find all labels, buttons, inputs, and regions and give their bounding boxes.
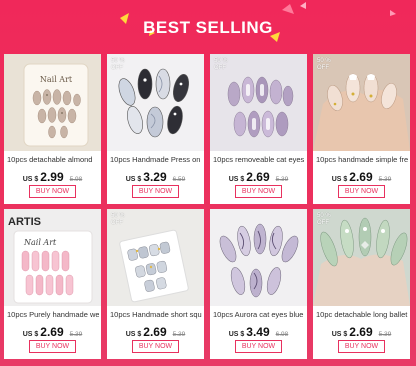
original-price: 5.39: [172, 331, 186, 338]
sale-price: 2.69: [40, 325, 64, 339]
currency: US $: [228, 331, 245, 338]
currency: US $: [125, 331, 142, 338]
price-row: US $2.69 5.39: [210, 168, 307, 184]
buy-now-button[interactable]: BUY NOW: [338, 185, 385, 198]
image-background-text: ARTIS: [8, 216, 41, 228]
buy-now-button[interactable]: BUY NOW: [235, 185, 282, 198]
product-image[interactable]: ARTIS Nail Art: [4, 209, 101, 306]
price-row: US $2.69 5.39: [4, 323, 101, 339]
product-name[interactable]: 10pcs handmade simple french: [316, 155, 408, 164]
product-image[interactable]: 50 % OFF: [210, 54, 307, 151]
currency: US $: [22, 176, 39, 183]
price-row: US $3.49 6.98: [210, 323, 307, 339]
product-name[interactable]: 10pcs Aurora cat eyes blue: [213, 310, 305, 319]
currency: US $: [331, 331, 348, 338]
product-image[interactable]: [210, 209, 307, 306]
buy-now-button[interactable]: BUY NOW: [29, 185, 76, 198]
product-image[interactable]: 50 % OFF: [107, 209, 204, 306]
discount-badge: 50 % OFF: [111, 58, 125, 71]
discount-badge: 50 % OFF: [111, 213, 125, 226]
currency: US $: [331, 176, 348, 183]
buy-now-button[interactable]: BUY NOW: [338, 340, 385, 353]
product-card[interactable]: ARTIS Nail Art 10pcs Purely handmade we: [4, 209, 101, 359]
price-row: US $3.29 6.59: [107, 168, 204, 184]
currency: US $: [22, 331, 39, 338]
product-card[interactable]: 50 %OFF 10pcs handmade simple french US …: [313, 54, 410, 204]
product-card[interactable]: 50 %OFF 10pcs Handmade Press on nails US…: [107, 54, 204, 204]
product-grid: Nail Art 10pcs detachable almond US $2.9…: [4, 54, 412, 362]
original-price: 5.98: [69, 176, 83, 183]
original-price: 5.39: [378, 331, 392, 338]
product-name[interactable]: 10pcs Handmade short square: [110, 310, 202, 319]
product-image[interactable]: 50 % OFF: [313, 54, 410, 151]
product-image[interactable]: Nail Art: [4, 54, 101, 151]
image-brand-text: Nail Art: [40, 75, 73, 84]
price-row: US $2.69 5.39: [313, 168, 410, 184]
product-card[interactable]: 50 %OFF 10pcs removeable cat eyes pink U…: [210, 54, 307, 204]
product-card[interactable]: 10pcs Aurora cat eyes blue US $3.49 6.98 …: [210, 209, 307, 359]
price-row: US $2.99 5.98: [4, 168, 101, 184]
product-name[interactable]: 10pcs Handmade Press on nails: [110, 155, 202, 164]
product-name[interactable]: 10pcs removeable cat eyes pink: [213, 155, 305, 164]
discount-badge: 50 % OFF: [317, 58, 331, 71]
product-image[interactable]: 50 % OFF: [107, 54, 204, 151]
price-row: US $2.69 5.39: [107, 323, 204, 339]
original-price: 6.98: [275, 331, 289, 338]
sale-price: 2.69: [349, 170, 373, 184]
currency: US $: [125, 176, 142, 183]
sale-price: 2.69: [349, 325, 373, 339]
buy-now-button[interactable]: BUY NOW: [235, 340, 282, 353]
product-image[interactable]: 50 % OFF: [313, 209, 410, 306]
sale-price: 2.99: [40, 170, 64, 184]
sale-price: 2.69: [246, 170, 270, 184]
buy-now-button[interactable]: BUY NOW: [132, 185, 179, 198]
original-price: 5.39: [69, 331, 83, 338]
product-card[interactable]: 50 % OFF 10pc detachable long ballet US $…: [313, 209, 410, 359]
discount-badge: 50 % OFF: [214, 58, 228, 71]
price-row: US $2.69 5.39: [313, 323, 410, 339]
header-banner: BEST SELLING: [0, 0, 416, 54]
original-price: 5.39: [378, 176, 392, 183]
currency: US $: [228, 176, 245, 183]
discount-badge: 50 % OFF: [317, 213, 331, 226]
product-card[interactable]: 50 %OFF 10pcs Handmade short square US $…: [107, 209, 204, 359]
buy-now-button[interactable]: BUY NOW: [132, 340, 179, 353]
sale-price: 3.29: [143, 170, 167, 184]
sale-price: 2.69: [143, 325, 167, 339]
product-name[interactable]: 10pcs Purely handmade wearable: [7, 310, 99, 319]
image-brand-text: Nail Art: [23, 238, 57, 247]
page-title: BEST SELLING: [143, 18, 273, 37]
original-price: 6.59: [172, 176, 186, 183]
original-price: 5.39: [275, 176, 289, 183]
product-name[interactable]: 10pc detachable long ballet: [316, 310, 408, 319]
product-card[interactable]: Nail Art 10pcs detachable almond US $2.9…: [4, 54, 101, 204]
sale-price: 3.49: [246, 325, 270, 339]
buy-now-button[interactable]: BUY NOW: [29, 340, 76, 353]
product-name[interactable]: 10pcs detachable almond: [7, 155, 99, 164]
